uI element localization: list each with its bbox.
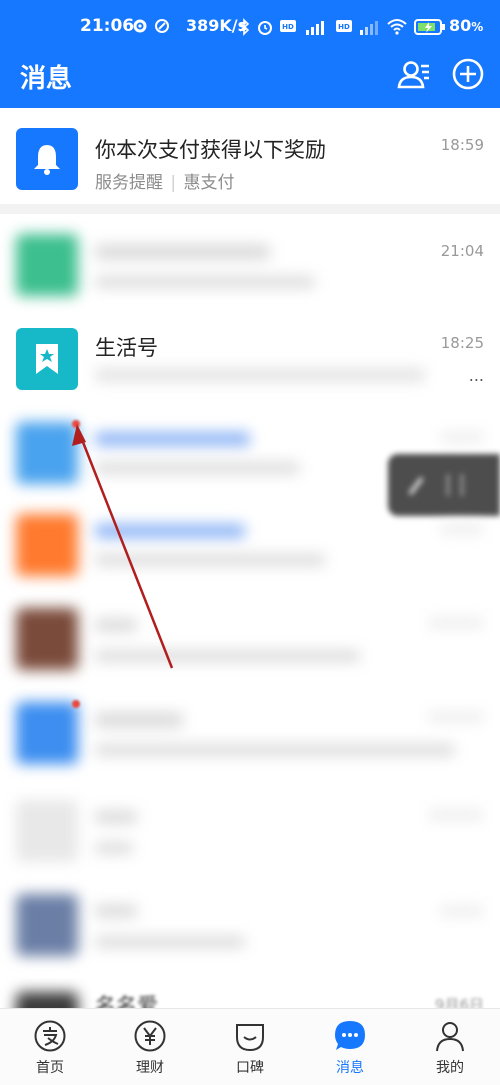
- hd-icon-2: HD: [336, 18, 352, 37]
- battery-percent: 80%: [449, 16, 484, 35]
- blurred-title: [95, 432, 250, 446]
- blurred-title: [95, 524, 245, 538]
- blurred-avatar: [16, 608, 78, 670]
- blurred-avatar: [16, 514, 78, 576]
- bell-avatar: [16, 128, 78, 190]
- list-item[interactable]: [0, 590, 500, 686]
- contacts-icon[interactable]: [396, 56, 432, 96]
- signal-4g-icon: [356, 18, 380, 40]
- message-time: 18:25: [440, 334, 484, 352]
- message-subtitle: 服务提醒 | 惠支付: [95, 173, 235, 193]
- blurred-subtitle: [95, 368, 425, 382]
- list-item[interactable]: [0, 878, 500, 978]
- blurred-time: [440, 432, 484, 442]
- tab-label: 口碑: [236, 1060, 264, 1076]
- unread-dot: [72, 700, 80, 708]
- message-subtitle-ellipsis: ...: [468, 366, 484, 385]
- blurred-time: [428, 618, 484, 628]
- blurred-time: [440, 906, 484, 916]
- blurred-title: [95, 244, 270, 260]
- tab-mine[interactable]: 我的: [400, 1009, 500, 1085]
- bell-icon: [31, 142, 63, 180]
- blurred-avatar: [16, 800, 78, 862]
- status-bar: 21:06 389K/s HD HD 80%: [0, 0, 500, 54]
- tab-messages[interactable]: 消息: [300, 1009, 400, 1085]
- list-item[interactable]: 生活号 ... 18:25: [0, 314, 500, 406]
- signal-5g-icon: [302, 18, 328, 40]
- message-title: 你本次支付获得以下奖励: [95, 138, 326, 162]
- koubei-icon: [233, 1019, 267, 1053]
- tab-label: 消息: [336, 1060, 364, 1076]
- battery-icon: [414, 18, 446, 40]
- list-item[interactable]: [0, 782, 500, 878]
- blurred-time: [428, 810, 484, 820]
- list-item[interactable]: 你本次支付获得以下奖励 服务提醒 | 惠支付 18:59: [0, 108, 500, 208]
- tab-wealth[interactable]: 理财: [100, 1009, 200, 1085]
- list-item[interactable]: 名名爱 9月6日: [0, 978, 500, 1008]
- wifi-icon: [386, 18, 408, 40]
- plus-circle-icon[interactable]: [450, 56, 486, 96]
- tab-label: 首页: [36, 1060, 64, 1076]
- page-title: 消息: [20, 64, 73, 94]
- list-item[interactable]: 21:04: [0, 214, 500, 314]
- alipay-icon: [33, 1019, 67, 1053]
- blurred-title: [95, 810, 137, 824]
- yen-icon: [133, 1019, 167, 1053]
- message-title: 生活号: [95, 336, 158, 360]
- message-time: 18:59: [440, 136, 484, 154]
- tab-label: 我的: [436, 1060, 464, 1076]
- blurred-subtitle: [95, 276, 315, 288]
- tab-label: 理财: [136, 1060, 164, 1076]
- blurred-title: [95, 618, 137, 632]
- life-account-avatar: [16, 328, 78, 390]
- tab-koubei[interactable]: 口碑: [200, 1009, 300, 1085]
- bookmark-star-icon: [34, 342, 60, 380]
- status-time: 21:06: [80, 16, 135, 36]
- section-divider: [0, 204, 500, 214]
- blurred-subtitle: [95, 842, 133, 854]
- blurred-title: [95, 904, 137, 918]
- location-icon: [154, 18, 170, 38]
- message-title: 名名爱: [95, 994, 158, 1008]
- blurred-avatar: [16, 422, 78, 484]
- hd-icon: HD: [280, 18, 296, 37]
- blurred-title: [95, 712, 183, 728]
- blurred-subtitle: [95, 462, 300, 474]
- user-icon: [433, 1019, 467, 1053]
- tab-home[interactable]: 首页: [0, 1009, 100, 1085]
- unread-dot: [72, 420, 80, 428]
- blurred-subtitle: [95, 744, 455, 756]
- alarm-icon: [256, 18, 274, 40]
- message-time: 9月6日: [434, 996, 484, 1008]
- list-item[interactable]: [0, 498, 500, 590]
- blurred-avatar: [16, 992, 78, 1008]
- message-time: 21:04: [440, 242, 484, 260]
- bottom-tab-bar: 首页 理财 口碑 消息 我的: [0, 1008, 500, 1085]
- blurred-subtitle: [95, 554, 325, 566]
- list-item[interactable]: [0, 686, 500, 782]
- blurred-avatar: [16, 894, 78, 956]
- chat-icon: [333, 1019, 367, 1053]
- svg-text:HD: HD: [282, 23, 294, 31]
- settings-icon: [132, 18, 148, 38]
- blurred-avatar: [16, 702, 78, 764]
- blurred-avatar: [16, 234, 78, 296]
- blurred-time: [428, 712, 484, 722]
- blurred-subtitle: [95, 936, 245, 948]
- blurred-subtitle: [95, 650, 360, 662]
- svg-text:HD: HD: [338, 23, 350, 31]
- bluetooth-icon: [238, 18, 250, 40]
- blurred-time: [440, 524, 484, 534]
- top-bar: 21:06 389K/s HD HD 80% 消息: [0, 0, 500, 108]
